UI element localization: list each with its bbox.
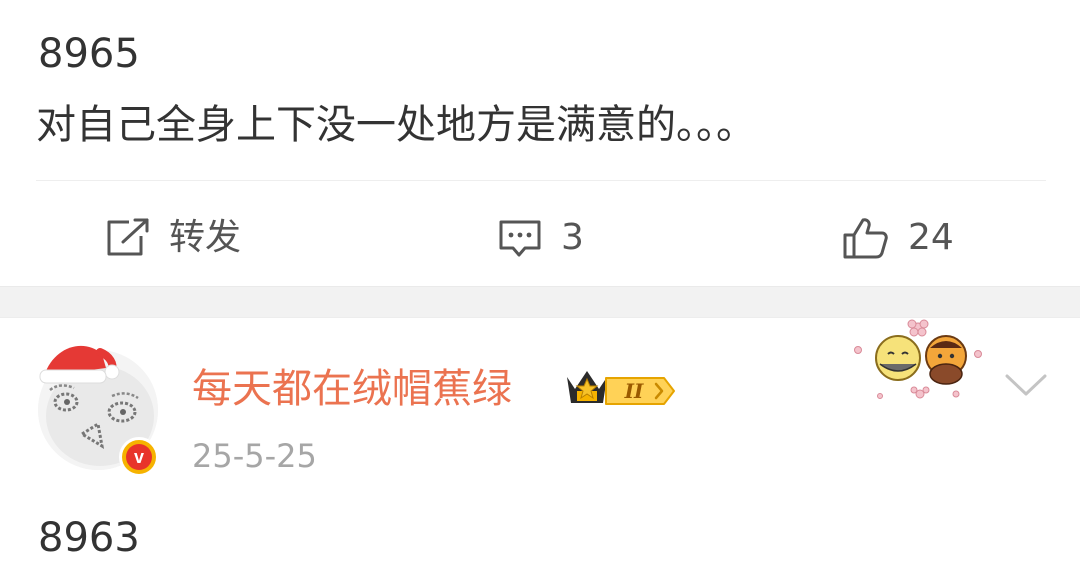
username[interactable]: 每天都在绒帽蕉绿	[192, 362, 512, 416]
post-body-number: 8965	[38, 31, 140, 77]
level-badge-label: II	[624, 379, 644, 403]
cute-faces-sticker	[854, 319, 982, 399]
comment-button[interactable]: 3	[497, 190, 584, 285]
post-body-text: 对自己全身上下没一处地方是满意的。。。	[36, 102, 756, 148]
post-body-number: 8963	[38, 515, 140, 561]
like-button[interactable]: 24	[842, 190, 954, 285]
comment-icon	[497, 218, 543, 258]
comment-count: 3	[561, 216, 584, 258]
repost-icon	[105, 218, 151, 258]
weibo-feed: 8965 对自己全身上下没一处地方是满意的。。。 转发 3 24 v 每天都在绒…	[0, 0, 1080, 566]
post-action-bar: 转发 3 24	[0, 190, 1080, 285]
repost-label: 转发	[169, 216, 242, 258]
verified-badge: v	[119, 437, 159, 477]
santa-hat-icon	[39, 345, 120, 384]
like-count: 24	[908, 216, 954, 258]
divider	[36, 180, 1046, 181]
chevron-down-icon[interactable]	[1004, 372, 1048, 400]
thumbs-up-icon	[842, 216, 890, 260]
level-badge[interactable]: II	[604, 376, 676, 406]
feed-separator	[0, 286, 1080, 318]
repost-button[interactable]: 转发	[105, 190, 241, 285]
verified-badge-icon: v	[126, 444, 152, 470]
post-date: 25-5-25	[192, 437, 317, 475]
